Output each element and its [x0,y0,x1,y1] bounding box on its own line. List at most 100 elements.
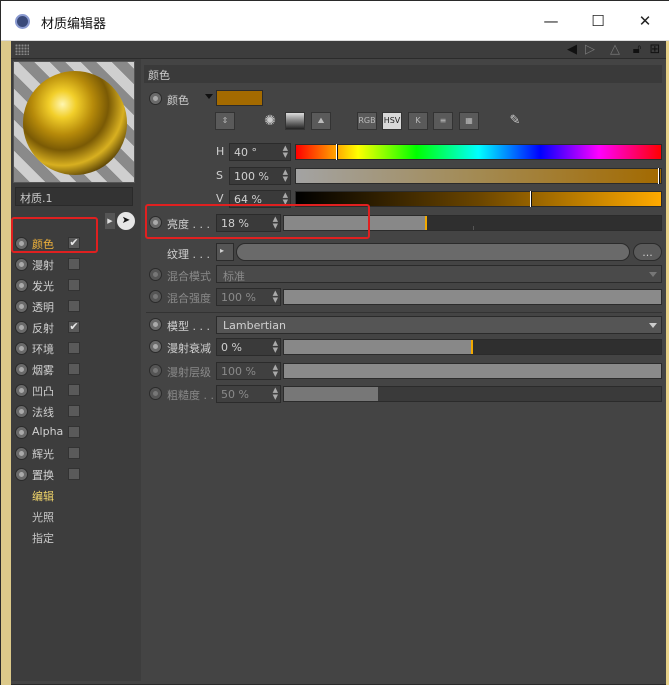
expand-arrow-icon[interactable]: ▶ [105,213,115,229]
channel-item[interactable]: 辉光 [11,443,137,464]
color-gradient-icon[interactable] [285,112,305,130]
diffuse-falloff-slider[interactable] [283,339,662,355]
v-slider-marker[interactable] [530,191,532,207]
blend-mode-animate-radio[interactable] [149,268,162,281]
color-dropdown-arrow-icon[interactable] [205,94,213,99]
channel-radio[interactable] [15,342,28,355]
channel-radio[interactable] [15,426,28,439]
toolbar-grip-icon[interactable] [15,44,29,55]
diffuse-falloff-field[interactable]: 0 % ▲ ▼ [216,338,281,356]
hsv-mode-button[interactable]: HSV [382,112,402,130]
channel-checkbox[interactable] [68,384,80,396]
color-swatch[interactable] [216,90,263,106]
blend-mode-dropdown[interactable]: 标准 [216,265,662,283]
channel-radio[interactable] [15,258,28,271]
roughness-animate-radio[interactable] [149,387,162,400]
channel-checkbox[interactable] [68,258,80,270]
channel-label[interactable]: 透明 [32,299,54,315]
kelvin-mode-button[interactable]: K [408,112,428,130]
channel-radio[interactable] [15,363,28,376]
channel-item[interactable]: 凹凸 [11,380,137,401]
channel-checkbox[interactable] [68,447,80,459]
blend-strength-animate-radio[interactable] [149,290,162,303]
cursor-icon[interactable]: ➤ [117,212,135,230]
diffuse-level-animate-radio[interactable] [149,364,162,377]
channel-label[interactable]: Alpha [32,425,63,438]
forward-arrow-icon[interactable]: ▷ [582,42,598,58]
minimize-button[interactable]: — [528,1,574,41]
channel-radio[interactable] [15,300,28,313]
channel-label[interactable]: 法线 [32,404,54,420]
blend-strength-slider[interactable] [283,289,662,305]
channel-radio[interactable] [15,279,28,292]
material-preview[interactable] [13,61,135,183]
s-value-field[interactable]: 100 % ▲ ▼ [229,167,291,185]
lock-icon[interactable]: 🔓︎ [629,42,645,58]
channel-label[interactable]: 辉光 [32,446,54,462]
channel-label[interactable]: 发光 [32,278,54,294]
channel-label[interactable]: 凹凸 [32,383,54,399]
channel-item[interactable]: 法线 [11,401,137,422]
texture-menu-arrow[interactable]: ▸ [216,243,234,261]
channel-item[interactable]: 环境 [11,338,137,359]
channel-checkbox[interactable] [68,342,80,354]
rgb-mode-button[interactable]: RGB [357,112,377,130]
channel-item[interactable]: 透明 [11,296,137,317]
close-button[interactable]: ✕ [622,1,668,41]
up-arrow-icon[interactable]: △ [607,42,623,58]
material-name-field[interactable]: 材质.1 [15,187,133,206]
back-arrow-icon[interactable]: ◀ [564,42,580,58]
channel-label[interactable]: 环境 [32,341,54,357]
picker-spectrum-button[interactable]: ⇕ [215,112,235,130]
channel-checkbox[interactable] [68,468,80,480]
diffuse-level-slider[interactable] [283,363,662,379]
channel-label[interactable]: 置换 [32,467,54,483]
diffuse-falloff-slider-knob[interactable] [471,340,473,354]
diffuse-falloff-animate-radio[interactable] [149,340,162,353]
channel-label[interactable]: 反射 [32,320,54,336]
channel-radio[interactable] [15,384,28,397]
maximize-button[interactable]: ☐ [575,1,621,41]
channel-item[interactable]: 反射 ✔ [11,317,137,338]
channel-checkbox[interactable] [68,279,80,291]
texture-browse-button[interactable]: ... [633,243,662,261]
roughness-slider[interactable] [283,386,662,402]
sublink-edit[interactable]: 编辑 [32,488,54,504]
s-slider[interactable] [295,168,662,184]
model-dropdown[interactable]: Lambertian [216,316,662,334]
blend-strength-field[interactable]: 100 % ▲ ▼ [216,288,281,306]
channel-label[interactable]: 烟雾 [32,362,54,378]
channel-item[interactable]: 烟雾 [11,359,137,380]
channel-item[interactable]: Alpha [11,422,137,443]
channel-radio[interactable] [15,468,28,481]
brightness-slider-knob[interactable] [425,216,427,230]
diffuse-level-field[interactable]: 100 % ▲ ▼ [216,362,281,380]
sublink-assign[interactable]: 指定 [32,530,54,546]
model-animate-radio[interactable] [149,318,162,331]
channel-checkbox[interactable] [68,363,80,375]
s-slider-marker[interactable] [658,168,660,184]
color-wheel-icon[interactable]: ✺ [260,112,280,130]
channel-radio[interactable] [15,321,28,334]
roughness-field[interactable]: 50 % ▲ ▼ [216,385,281,403]
h-slider[interactable] [295,144,662,160]
channel-radio[interactable] [15,447,28,460]
texture-slot[interactable] [236,243,630,261]
channel-label[interactable]: 漫射 [32,257,54,273]
eyedropper-icon[interactable]: ✎ [505,112,525,130]
image-picker-icon[interactable]: ⛰ [311,112,331,130]
channel-item[interactable]: 置换 [11,464,137,485]
channel-checkbox[interactable] [68,405,80,417]
h-value-field[interactable]: 40 ° ▲ ▼ [229,143,291,161]
channel-checkbox[interactable] [68,300,80,312]
channel-item[interactable]: 发光 [11,275,137,296]
mixer-icon[interactable]: ≡ [433,112,453,130]
h-slider-marker[interactable] [336,144,338,160]
channel-checkbox[interactable]: ✔ [68,321,80,333]
swatches-icon[interactable]: ▦ [459,112,479,130]
channel-radio[interactable] [15,405,28,418]
new-panel-icon[interactable]: ⊞ [647,42,663,58]
channel-checkbox[interactable] [68,426,80,438]
sublink-illumination[interactable]: 光照 [32,509,54,525]
color-animate-radio[interactable] [149,92,162,105]
